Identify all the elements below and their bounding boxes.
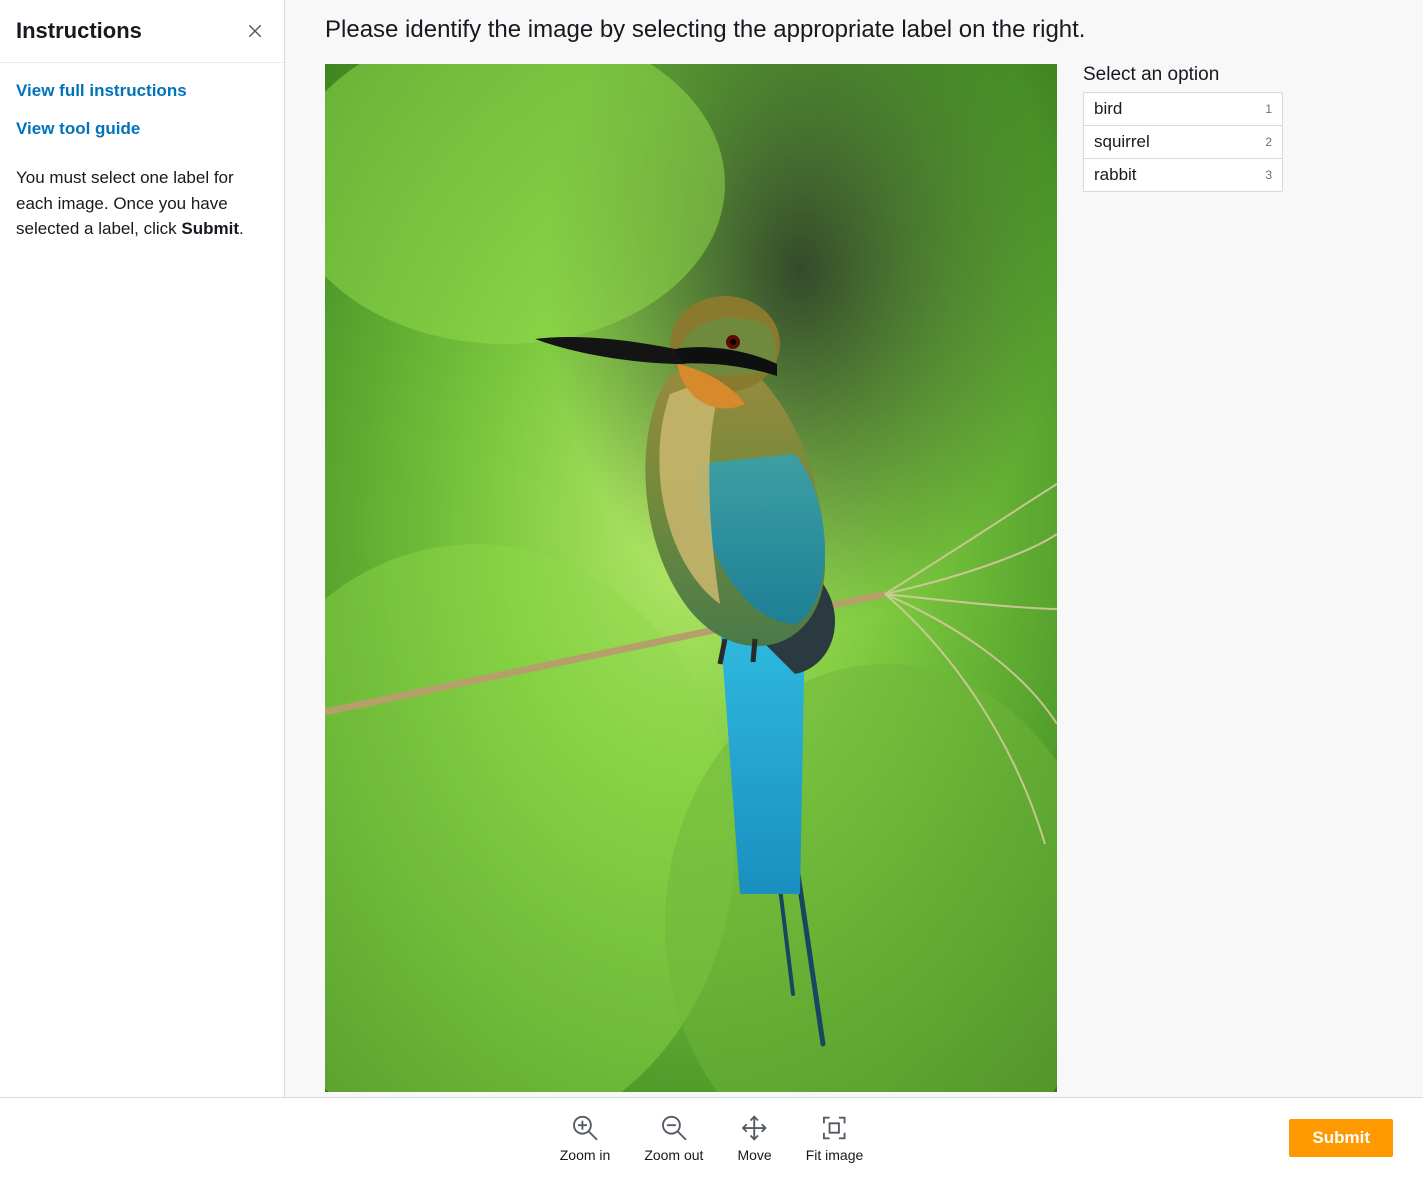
task-prompt: Please identify the image by selecting t… bbox=[285, 0, 1423, 48]
tool-label: Move bbox=[737, 1147, 771, 1163]
option-shortcut: 3 bbox=[1265, 168, 1272, 182]
submit-button[interactable]: Submit bbox=[1289, 1119, 1393, 1157]
options-list: bird 1 squirrel 2 rabbit 3 bbox=[1083, 92, 1283, 192]
move-button[interactable]: Move bbox=[737, 1113, 771, 1163]
option-label: squirrel bbox=[1094, 132, 1150, 152]
footer-toolbar: Zoom in Zoom out Move bbox=[0, 1097, 1423, 1177]
zoom-out-icon bbox=[659, 1113, 689, 1143]
close-icon bbox=[246, 22, 264, 40]
main-workspace: Please identify the image by selecting t… bbox=[285, 0, 1423, 1097]
zoom-in-button[interactable]: Zoom in bbox=[560, 1113, 611, 1163]
option-shortcut: 1 bbox=[1265, 102, 1272, 116]
zoom-out-button[interactable]: Zoom out bbox=[644, 1113, 703, 1163]
image-canvas[interactable] bbox=[325, 64, 1057, 1092]
tool-label: Fit image bbox=[806, 1147, 864, 1163]
view-full-instructions-link[interactable]: View full instructions bbox=[16, 81, 268, 101]
fit-image-icon bbox=[819, 1113, 849, 1143]
instructions-sidebar: Instructions View full instructions View… bbox=[0, 0, 285, 1097]
options-panel: Select an option bird 1 squirrel 2 rabbi… bbox=[1083, 64, 1283, 1097]
close-instructions-button[interactable] bbox=[242, 18, 268, 44]
option-label: bird bbox=[1094, 99, 1122, 119]
zoom-in-icon bbox=[570, 1113, 600, 1143]
option-rabbit[interactable]: rabbit 3 bbox=[1084, 159, 1282, 191]
task-image bbox=[325, 64, 1057, 1092]
instructions-title: Instructions bbox=[16, 18, 142, 44]
option-shortcut: 2 bbox=[1265, 135, 1272, 149]
move-icon bbox=[740, 1113, 770, 1143]
tool-label: Zoom out bbox=[644, 1147, 703, 1163]
tool-label: Zoom in bbox=[560, 1147, 611, 1163]
option-squirrel[interactable]: squirrel 2 bbox=[1084, 126, 1282, 159]
option-bird[interactable]: bird 1 bbox=[1084, 93, 1282, 126]
option-label: rabbit bbox=[1094, 165, 1137, 185]
instructions-hint: You must select one label for each image… bbox=[16, 165, 268, 242]
view-tool-guide-link[interactable]: View tool guide bbox=[16, 119, 268, 139]
options-title: Select an option bbox=[1083, 64, 1283, 86]
fit-image-button[interactable]: Fit image bbox=[806, 1113, 864, 1163]
